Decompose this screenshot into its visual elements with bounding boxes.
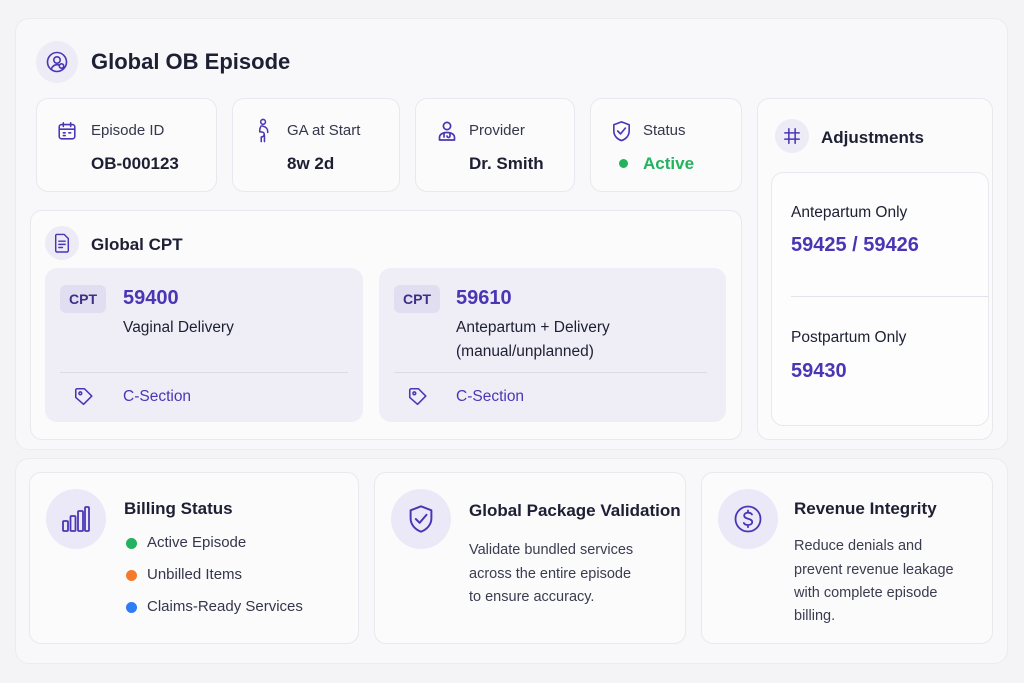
- adjustment-value[interactable]: 59430: [791, 360, 847, 383]
- status-value: Active: [643, 154, 695, 173]
- revenue-integrity-title: Revenue Integrity: [794, 499, 937, 518]
- cpt-badge: CPT: [60, 285, 106, 313]
- revenue-integrity-card: Revenue Integrity Reduce denials and pre…: [701, 472, 993, 644]
- provider-card: Provider Dr. Smith: [415, 98, 575, 192]
- cpt-modifier[interactable]: C-Section: [123, 388, 191, 406]
- status-label: Status: [643, 122, 686, 139]
- legend-label-active: Active Episode: [147, 534, 247, 551]
- package-validation-card: Global Package Validation Validate bundl…: [374, 472, 686, 644]
- package-validation-text-3: to ensure accuracy.: [469, 589, 595, 605]
- adjustment-label: Postpartum Only: [791, 329, 907, 346]
- cpt-card-59610[interactable]: CPT 59610 Antepartum + Delivery (manual/…: [379, 268, 726, 422]
- revenue-integrity-text-4: billing.: [794, 608, 836, 624]
- cpt-divider: [394, 372, 707, 373]
- cpt-badge: CPT: [394, 285, 440, 313]
- page-title: Global OB Episode: [91, 49, 291, 74]
- document-icon: [45, 226, 79, 260]
- shield-check-icon: [613, 121, 630, 142]
- billing-status-card: Billing Status Active Episode Unbilled I…: [29, 472, 359, 644]
- ga-start-label: GA at Start: [287, 122, 361, 139]
- tag-icon: [74, 387, 93, 406]
- dollar-circle-icon: [718, 489, 778, 549]
- status-dot: [619, 159, 628, 168]
- cpt-modifier[interactable]: C-Section: [456, 388, 524, 406]
- episode-id-value: OB-000123: [91, 154, 179, 173]
- provider-label: Provider: [469, 122, 525, 139]
- adjustments-title: Adjustments: [821, 128, 924, 147]
- cpt-description: Vaginal Delivery: [123, 319, 234, 336]
- legend-label-unbilled: Unbilled Items: [147, 566, 243, 583]
- doctor-icon: [438, 121, 456, 141]
- cpt-card-59400[interactable]: CPT 59400 Vaginal Delivery C-Section: [45, 268, 363, 422]
- calendar-icon: [58, 121, 76, 140]
- legend-dot-unbilled: [126, 570, 137, 581]
- revenue-integrity-text-3: with complete episode: [794, 585, 938, 601]
- provider-value: Dr. Smith: [469, 154, 544, 173]
- adjustment-label: Antepartum Only: [791, 204, 908, 221]
- package-validation-text-2: across the entire episode: [469, 566, 632, 582]
- ga-start-value: 8w 2d: [287, 154, 335, 173]
- adjustment-value[interactable]: 59425 / 59426: [791, 234, 919, 257]
- legend-label-claims-ready: Claims-Ready Services: [147, 598, 303, 615]
- cpt-description-line-2: (manual/unplanned): [456, 343, 594, 360]
- package-validation-title: Global Package Validation: [469, 501, 681, 520]
- pregnant-person-icon: [258, 118, 269, 143]
- adjustments-list: Antepartum Only 59425 / 59426 Postpartum…: [771, 172, 989, 426]
- episode-id-label: Episode ID: [91, 122, 165, 139]
- global-cpt-title: Global CPT: [91, 235, 183, 254]
- episode-id-card: Episode ID OB-000123: [36, 98, 217, 192]
- grid-hash-icon: [775, 119, 809, 153]
- revenue-integrity-text-1: Reduce denials and: [794, 538, 923, 554]
- ga-start-card: GA at Start 8w 2d: [232, 98, 400, 192]
- cpt-code: 59610: [456, 287, 512, 309]
- billing-status-title: Billing Status: [124, 499, 233, 518]
- cpt-code: 59400: [123, 287, 179, 309]
- cpt-divider: [60, 372, 348, 373]
- revenue-integrity-text-2: prevent revenue leakage: [794, 562, 954, 578]
- status-card: Status Active: [590, 98, 742, 192]
- bar-chart-icon: [46, 489, 106, 549]
- user-badge-icon: [36, 41, 78, 83]
- cpt-description-line-1: Antepartum + Delivery: [456, 319, 610, 336]
- tag-icon: [408, 387, 427, 406]
- legend-dot-active: [126, 538, 137, 549]
- shield-check-icon: [391, 489, 451, 549]
- package-validation-text-1: Validate bundled services: [469, 542, 634, 558]
- legend-dot-claims-ready: [126, 602, 137, 613]
- adjustment-divider: [791, 296, 989, 297]
